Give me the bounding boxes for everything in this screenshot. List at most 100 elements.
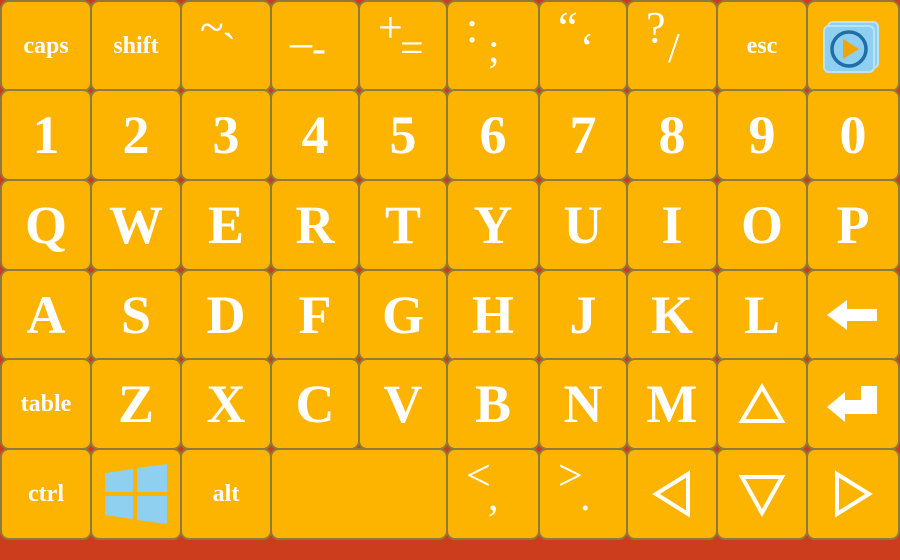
colon-semicolon-key[interactable]: :; [446,0,540,92]
key-l[interactable]: L [716,269,808,361]
key-s[interactable]: S [90,269,182,361]
key-8-label: 8 [658,105,686,165]
key-n[interactable]: N [538,358,628,450]
key-t[interactable]: T [358,179,448,271]
key-j[interactable]: J [538,269,628,361]
key-5[interactable]: 5 [358,89,448,181]
key-w[interactable]: W [90,179,182,271]
less-comma-key-lower: , [488,474,499,520]
key-h[interactable]: H [446,269,540,361]
key-4-label: 4 [301,105,329,165]
key-x-label: X [206,374,246,434]
space-key[interactable] [270,448,448,540]
key-d[interactable]: D [180,269,272,361]
key-t-label: T [384,195,422,255]
key-0-label: 0 [839,105,867,165]
key-v[interactable]: V [358,358,448,450]
ctrl-key[interactable]: ctrl [0,448,92,540]
key-u-label: U [563,195,603,255]
arrow-right-key[interactable] [806,448,900,540]
shift-key[interactable]: shift [90,0,182,92]
key-5-label: 5 [389,105,417,165]
tilde-backtick-key-upper: ~ [200,3,224,52]
key-n-label: N [563,374,603,434]
key-3[interactable]: 3 [180,89,272,181]
key-v-label: V [383,374,423,434]
key-i[interactable]: I [626,179,718,271]
key-b-label: B [474,374,512,434]
arrow-up-key[interactable] [716,358,808,450]
enter-arrow-icon [808,360,898,448]
key-a[interactable]: A [0,269,92,361]
key-p-label: P [836,195,870,255]
tilde-backtick-key[interactable]: ~ ` [180,0,272,92]
alt-key[interactable]: alt [180,448,272,540]
triangle-right-icon [808,450,898,538]
key-u[interactable]: U [538,179,628,271]
greater-period-key[interactable]: >. [538,448,628,540]
key-7-label: 7 [569,105,597,165]
arrow-left-key[interactable] [626,448,718,540]
less-comma-key[interactable]: <, [446,448,540,540]
plus-equals-key[interactable]: + = [358,0,448,92]
key-r-label: R [295,195,335,255]
arrow-down-key[interactable] [716,448,808,540]
quote-key[interactable]: “‘ [538,0,628,92]
greater-period-key-lower: . [580,474,591,520]
triangle-down-icon [718,450,806,538]
caps-key[interactable]: caps [0,0,92,92]
media-play-icon [808,2,898,90]
key-k[interactable]: K [626,269,718,361]
key-1[interactable]: 1 [0,89,92,181]
key-m[interactable]: M [626,358,718,450]
table-key[interactable]: table [0,358,92,450]
key-e[interactable]: E [180,179,272,271]
media-play-key[interactable] [806,0,900,92]
plus-equals-key-lower: = [400,26,424,72]
key-9[interactable]: 9 [716,89,808,181]
esc-key-label: esc [746,32,778,59]
key-c[interactable]: C [270,358,360,450]
key-g[interactable]: G [358,269,448,361]
key-p[interactable]: P [806,179,900,271]
ctrl-key-label: ctrl [28,480,64,507]
key-e-label: E [207,195,245,255]
windows-key[interactable] [90,448,182,540]
key-b[interactable]: B [446,358,540,450]
underscore-minus-key[interactable]: _ - [270,0,360,92]
backspace-key[interactable] [806,269,900,361]
key-x[interactable]: X [180,358,272,450]
colon-semicolon-key-upper: : [466,3,479,52]
triangle-left-icon [628,450,716,538]
enter-key[interactable] [806,358,900,450]
key-8[interactable]: 8 [626,89,718,181]
key-m-label: M [646,374,698,434]
key-i-label: I [661,195,683,255]
key-o[interactable]: O [716,179,808,271]
key-3-label: 3 [212,105,240,165]
esc-key[interactable]: esc [716,0,808,92]
tilde-backtick-key-lower: ` [222,26,236,72]
underscore-minus-key-upper: _ [290,3,312,52]
colon-semicolon-key-lower: ; [488,26,500,72]
underscore-minus-key-lower: - [312,26,326,72]
key-2[interactable]: 2 [90,89,182,181]
key-z[interactable]: Z [90,358,182,450]
caps-key-label: caps [23,32,69,59]
key-y-label: Y [473,195,513,255]
key-4[interactable]: 4 [270,89,360,181]
key-d-label: D [206,285,246,345]
key-c-label: C [295,374,335,434]
key-q[interactable]: Q [0,179,92,271]
key-9-label: 9 [748,105,776,165]
key-r[interactable]: R [270,179,360,271]
key-6[interactable]: 6 [446,89,540,181]
question-slash-key[interactable]: ? / [626,0,718,92]
key-y[interactable]: Y [446,179,540,271]
windows-logo-icon [92,450,180,538]
key-0[interactable]: 0 [806,89,900,181]
backspace-arrow-icon [808,271,898,359]
key-f[interactable]: F [270,269,360,361]
key-s-label: S [120,285,152,345]
key-7[interactable]: 7 [538,89,628,181]
